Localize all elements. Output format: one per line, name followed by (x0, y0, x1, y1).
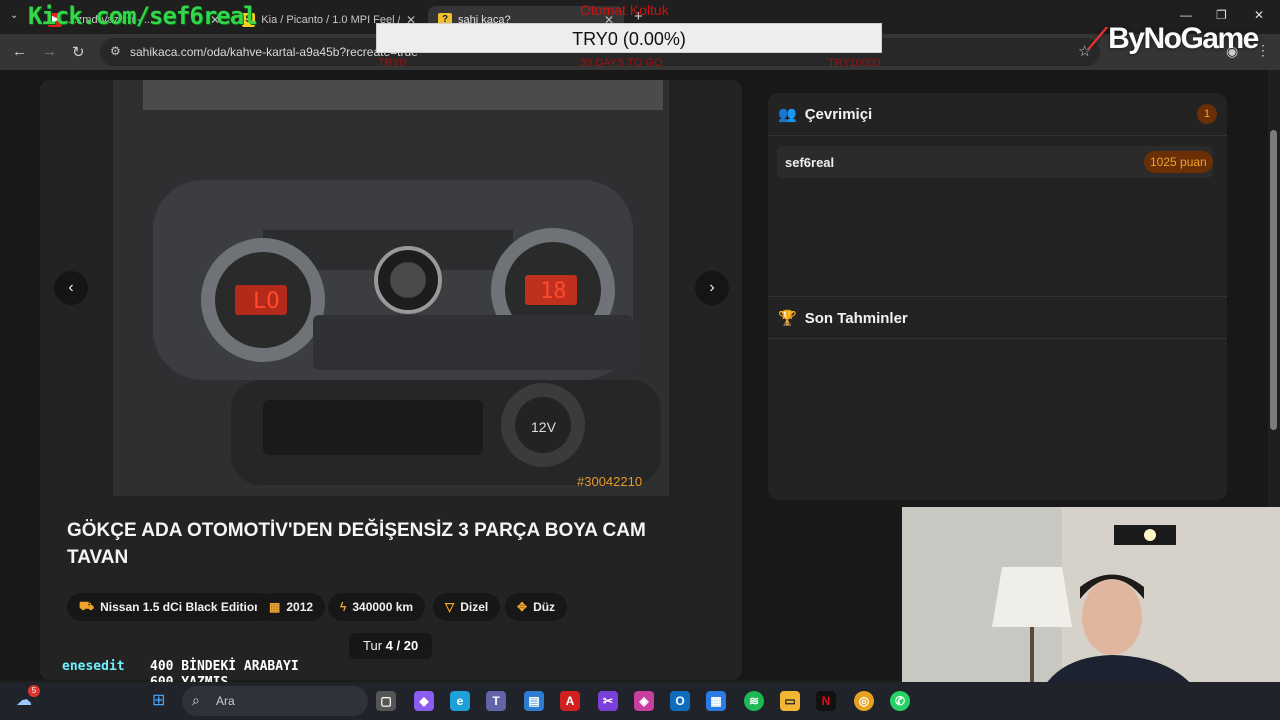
bynogame-wordmark: ByNoGame (1108, 22, 1259, 55)
whatsapp-icon[interactable]: ✆ (890, 691, 910, 711)
widgets-icon[interactable]: ▤ (524, 691, 544, 711)
chat-username: enesedit (62, 659, 125, 674)
chip-model-label: Nissan 1.5 dCi Black Edition (100, 600, 262, 614)
start-icon[interactable]: ⊞ (152, 690, 165, 710)
tab-list-icon[interactable]: ⌄ (10, 10, 18, 21)
chip-fuel-label: Dizel (460, 600, 489, 614)
netflix-icon[interactable]: N (816, 691, 836, 711)
guesses-header: 🏆 Son Tahminler (778, 309, 908, 328)
chip-transmission: ✥ Düz (505, 593, 568, 621)
goal-target: TRY10000 (828, 57, 881, 69)
teams-icon[interactable]: T (486, 691, 506, 711)
close-window-icon[interactable]: ✕ (1254, 8, 1264, 22)
chip-year-label: 2012 (286, 600, 314, 614)
gauge-icon: ϟ (340, 600, 347, 614)
menu-icon[interactable]: ⋮ (1256, 42, 1270, 59)
spotify-icon[interactable]: ≋ (744, 691, 764, 711)
divider (768, 338, 1227, 339)
chip-mileage: ϟ 340000 km (328, 593, 426, 621)
chip-mileage-label: 340000 km (352, 600, 414, 614)
player-name: sef6real (785, 155, 835, 170)
scrollbar-thumb[interactable] (1270, 130, 1277, 430)
store-icon[interactable]: ▦ (706, 691, 726, 711)
online-count-badge: 1 (1197, 104, 1217, 124)
goal-days-left: 39 DAYS TO GO (580, 57, 663, 69)
round-indicator: Tur 4 / 20 (349, 633, 433, 659)
donation-goal-bar: TRY0 (0.00%) (376, 23, 882, 53)
restore-icon[interactable]: ❐ (1216, 8, 1227, 22)
bynogame-mark-icon: ⟋ (1088, 22, 1108, 54)
fuel-icon: ▽ (445, 600, 455, 614)
chrome-icon[interactable]: ◎ (854, 691, 874, 711)
goal-current: TRY0 (378, 57, 406, 69)
copilot-icon[interactable]: ◆ (414, 691, 434, 711)
round-value: 4 / 20 (385, 638, 419, 653)
edge-icon[interactable]: e (450, 691, 470, 711)
svg-text:18: 18 (540, 279, 567, 304)
calendar-icon: ▦ (269, 600, 281, 614)
round-label: Tur (363, 638, 383, 653)
notification-badge: 5 (28, 685, 40, 697)
chip-transmission-label: Düz (533, 600, 556, 614)
trophy-icon: 🏆 (778, 310, 797, 327)
reload-icon[interactable]: ↻ (72, 43, 85, 61)
online-title: Çevrimiçi (804, 105, 873, 123)
photo-id-label: #30042210 (577, 474, 643, 489)
climate-control-illustration: 12V LO 18 (113, 80, 669, 496)
microsoft-365-icon[interactable]: ◈ (634, 691, 654, 711)
next-photo-button[interactable]: › (695, 271, 729, 305)
forward-icon[interactable]: → (42, 43, 57, 60)
prev-photo-button[interactable]: ‹ (54, 271, 88, 305)
player-score-badge: 1025 puan (1144, 151, 1213, 173)
divider (768, 135, 1227, 136)
taskbar-search-input[interactable]: ⌕ Ara (182, 686, 368, 716)
chat-message: 400 BİNDEKİ ARABAYI (150, 659, 299, 674)
svg-text:LO: LO (253, 289, 280, 314)
site-info-icon[interactable]: ⚙ (110, 44, 121, 58)
back-icon[interactable]: ← (12, 43, 27, 60)
windows-taskbar: ☁ 5 ⊞ ⌕ Ara ▢ ◆ e T ▤ A ✂ ◈ O ▦ ≋ ▭ N ◎ … (0, 682, 1280, 720)
goal-title: Otomat Koltuk (580, 2, 669, 18)
gear-icon: ✥ (517, 600, 528, 614)
car-icon: ⛟ (79, 599, 95, 613)
listing-title: GÖKÇE ADA OTOMOTİV'DEN DEĞİŞENSİZ 3 PARÇ… (67, 520, 646, 568)
search-icon: ⌕ (192, 692, 200, 708)
guesses-title: Son Tahminler (804, 309, 908, 327)
car-photo[interactable]: 12V LO 18 #30042210 (113, 80, 669, 496)
file-explorer-icon[interactable]: ▭ (780, 691, 800, 711)
chip-model: ⛟ Nissan 1.5 dCi Black Edition (67, 593, 274, 621)
minimize-icon[interactable]: — (1180, 8, 1192, 22)
online-header: 👥 Çevrimiçi (778, 105, 873, 124)
svg-text:12V: 12V (531, 419, 557, 435)
outlook-icon[interactable]: O (670, 691, 690, 711)
divider (768, 296, 1227, 297)
kick-channel-overlay: Kick.com/sef6real (28, 2, 258, 30)
users-icon: 👥 (778, 106, 797, 123)
task-view-icon[interactable]: ▢ (376, 691, 396, 711)
bynogame-logo: ⟋ ByNoGame (1088, 22, 1259, 56)
acrobat-icon[interactable]: A (560, 691, 580, 711)
chip-year: ▦ 2012 (257, 593, 326, 621)
snipping-tool-icon[interactable]: ✂ (598, 691, 618, 711)
search-placeholder: Ara (216, 694, 235, 708)
chip-fuel: ▽ Dizel (433, 593, 501, 621)
url-text: sahikaca.com/oda/kahve-kartal-a9a45b?rec… (130, 45, 418, 59)
